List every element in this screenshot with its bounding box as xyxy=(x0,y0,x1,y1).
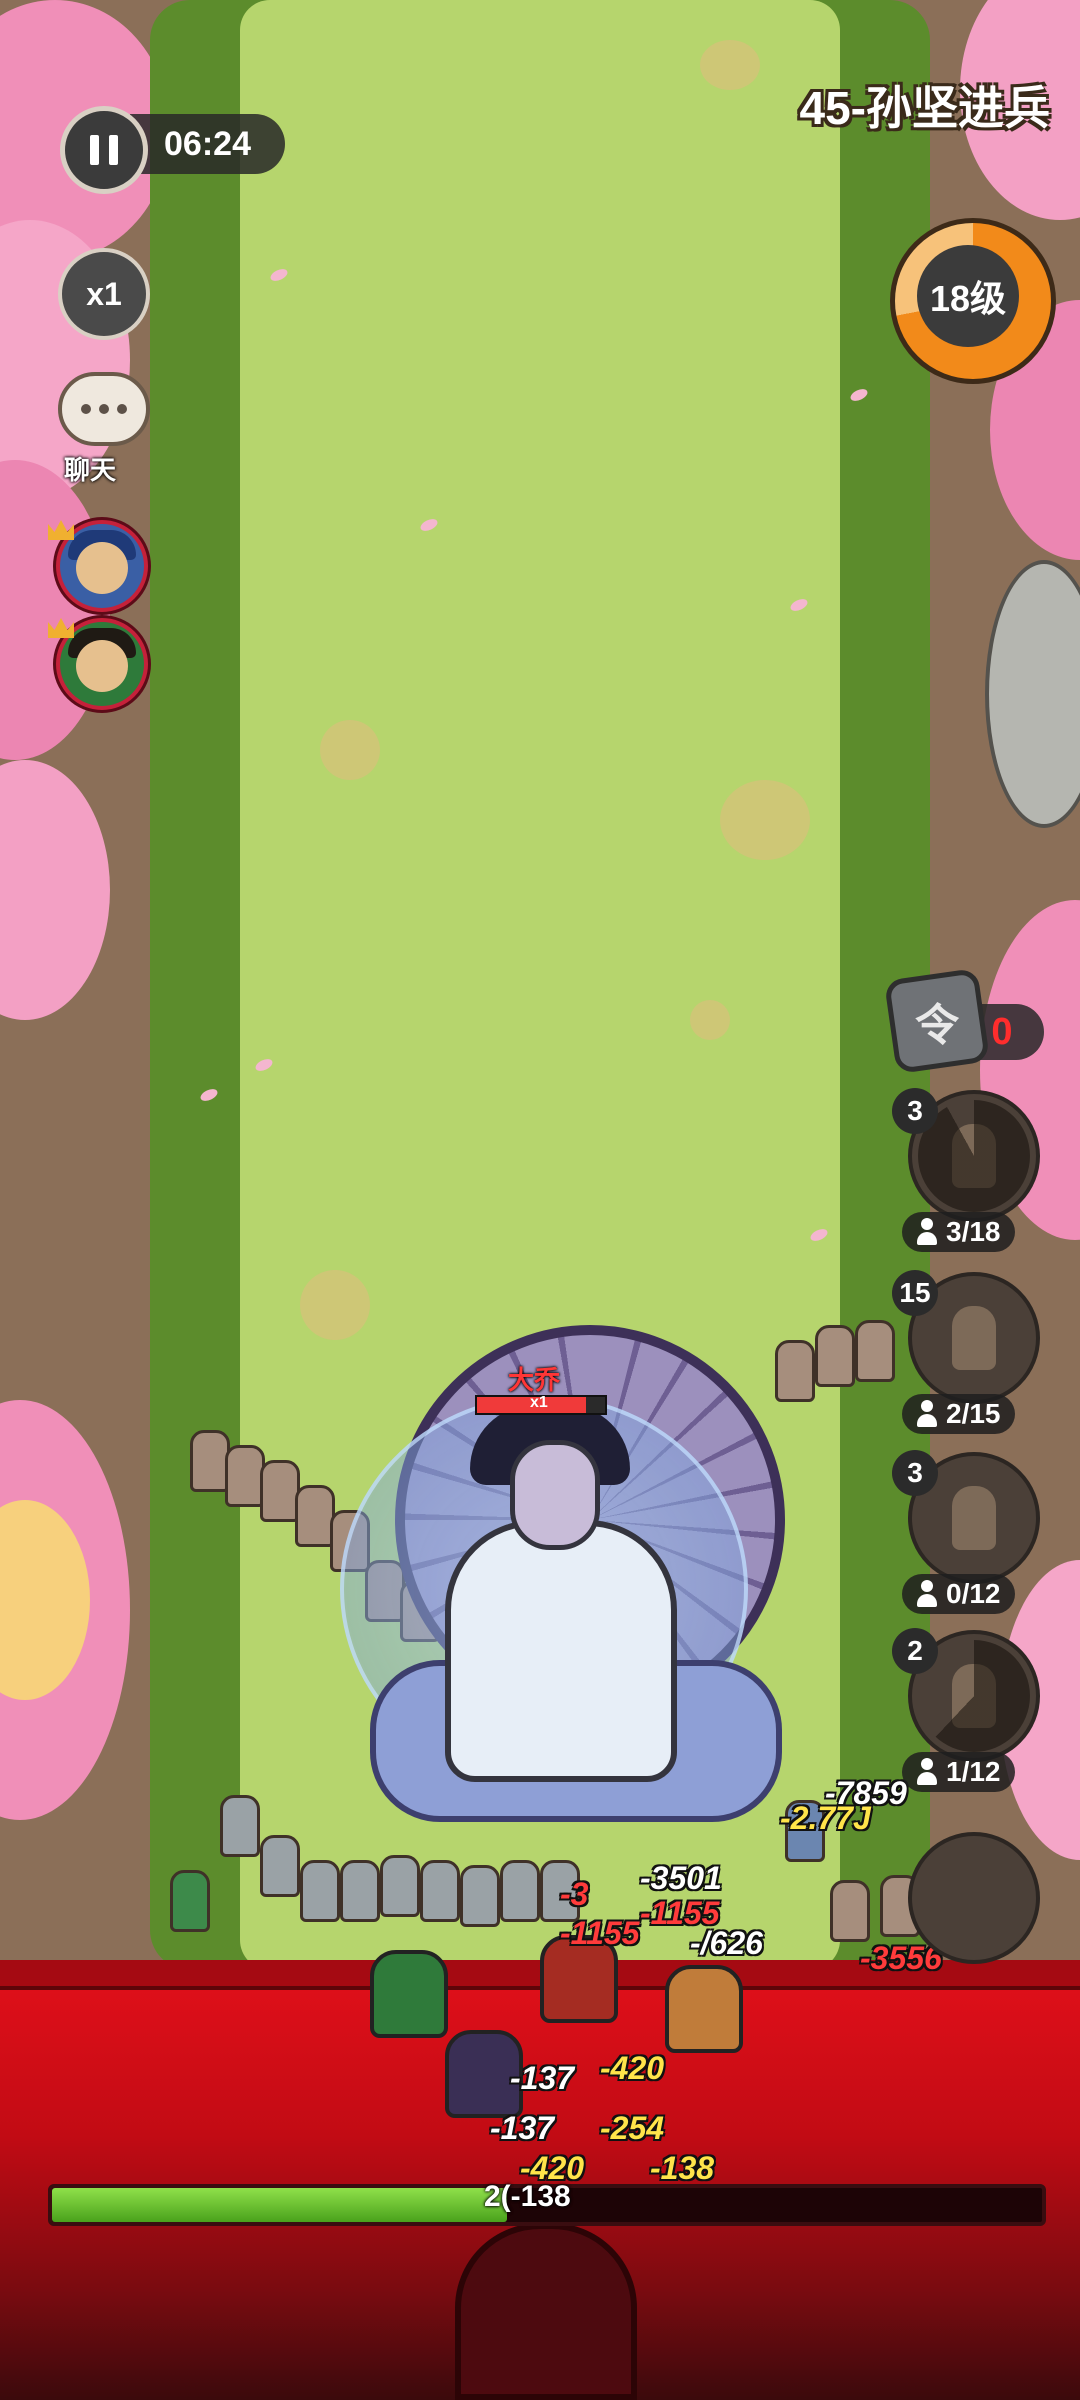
boss-multiplier: x1 xyxy=(530,1394,548,1411)
unit-count: 1/12 xyxy=(902,1752,1015,1792)
battle-timer: 06:24 xyxy=(130,114,285,174)
level-label: 18级 xyxy=(917,245,1019,347)
damage-number: -2.77J xyxy=(780,1800,871,1836)
person-icon xyxy=(916,1758,938,1786)
ally-soldier xyxy=(460,1865,500,1927)
enemy-soldier xyxy=(855,1320,895,1382)
hero-guan-yu[interactable] xyxy=(370,1950,448,2038)
unit-count-text: 1/12 xyxy=(946,1756,1001,1787)
ally-soldier xyxy=(380,1855,420,1917)
boss-name: 大乔 xyxy=(508,1365,561,1395)
wave-progress-label: 2(-138 xyxy=(484,2180,571,2213)
dirt-patch xyxy=(690,1000,730,1040)
person-icon xyxy=(916,1580,938,1608)
unit-cost: 15 xyxy=(892,1270,938,1316)
unit-count: 3/18 xyxy=(902,1212,1015,1252)
city-gate xyxy=(455,2223,637,2400)
unit-slot-empty[interactable] xyxy=(908,1832,1040,1964)
pause-icon xyxy=(90,135,99,165)
unit-cost: 3 xyxy=(892,1088,938,1134)
ally-cavalry xyxy=(170,1870,210,1932)
damage-number: -3 xyxy=(560,1876,589,1912)
wave-progress-fill xyxy=(52,2188,508,2222)
level-progress-ring[interactable]: 18级 xyxy=(890,218,1056,384)
boss-head[interactable] xyxy=(510,1440,600,1550)
chat-button[interactable] xyxy=(52,372,150,452)
unit-count-text: 3/18 xyxy=(946,1216,1001,1247)
ally-soldier xyxy=(300,1860,340,1922)
damage-number: -137 xyxy=(490,2110,555,2146)
unit-count: 2/15 xyxy=(902,1394,1015,1434)
damage-number: -254 xyxy=(600,2110,665,2146)
unit-cost: 3 xyxy=(892,1450,938,1496)
pause-icon xyxy=(109,135,118,165)
damage-number: -1155 xyxy=(560,1915,640,1951)
damage-number: -138 xyxy=(650,2150,715,2186)
unit-cost: 2 xyxy=(892,1628,938,1674)
unit-count-text: 0/12 xyxy=(946,1578,1001,1609)
dirt-patch xyxy=(320,720,380,780)
enemy-soldier xyxy=(295,1485,335,1547)
enemy-soldier xyxy=(815,1325,855,1387)
dirt-patch xyxy=(720,780,810,860)
dirt-patch xyxy=(700,40,760,90)
speed-toggle-button[interactable]: x1 xyxy=(58,248,150,340)
person-icon xyxy=(916,1400,938,1428)
ally-soldier xyxy=(220,1795,260,1857)
unit-count-text: 2/15 xyxy=(946,1398,1001,1429)
damage-number: -/626 xyxy=(690,1925,763,1961)
enemy-soldier xyxy=(775,1340,815,1402)
game-screen: 大乔 x1 -7859 -2.77J -3501 -1155 -1155 -3556 -/6… xyxy=(0,0,1080,2400)
ally-soldier xyxy=(500,1860,540,1922)
ally-soldier xyxy=(830,1880,870,1942)
boss-robe xyxy=(445,1520,677,1782)
enemy-soldier xyxy=(260,1460,300,1522)
damage-number: -420 xyxy=(600,2050,665,2086)
unit-count: 0/12 xyxy=(902,1574,1015,1614)
chat-label: 聊天 xyxy=(64,455,117,485)
hero-zhang-fei[interactable] xyxy=(665,1965,743,2053)
enemy-soldier xyxy=(190,1430,230,1492)
person-icon xyxy=(916,1218,938,1246)
damage-number: -137 xyxy=(510,2060,575,2096)
ally-soldier xyxy=(260,1835,300,1897)
chat-icon xyxy=(58,372,150,446)
dirt-patch xyxy=(300,1270,370,1340)
token-glyph: 令 xyxy=(915,1001,959,1050)
stage-title: 45-孙坚进兵 xyxy=(799,82,1050,134)
ally-soldier xyxy=(420,1860,460,1922)
ally-soldier xyxy=(340,1860,380,1922)
command-token-icon[interactable]: 令 xyxy=(883,967,991,1075)
pause-button[interactable] xyxy=(60,106,148,194)
enemy-soldier xyxy=(225,1445,265,1507)
damage-number: -3501 xyxy=(640,1860,722,1896)
